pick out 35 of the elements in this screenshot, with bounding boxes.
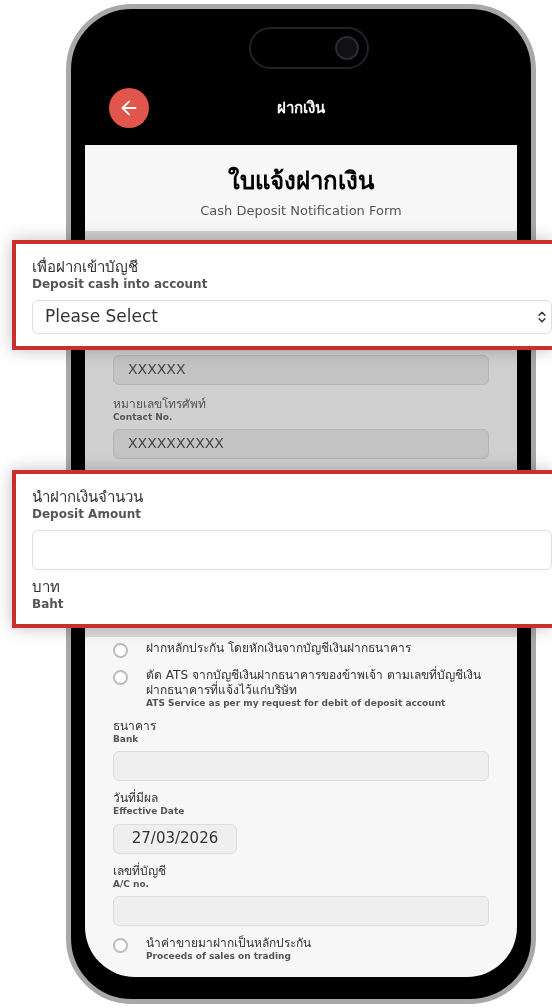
field-label: บาท [32, 577, 60, 597]
field-label: A/C no. [113, 878, 149, 890]
form-title: ใบแจ้งฝากเงิน [228, 165, 374, 197]
field-label: ธนาคาร [113, 719, 156, 734]
input-field[interactable] [113, 895, 489, 926]
input-field[interactable]: XXXXXX [113, 354, 489, 385]
field-label: หมายเลขโทรศัพท์ [113, 396, 206, 412]
field-label: เพื่อฝากเข้าบัญชี [32, 258, 138, 277]
header-title: ฝากเงิน [277, 97, 325, 119]
field-label: เลขที่บัญชี [113, 863, 166, 879]
select-field[interactable]: Please Select [32, 299, 552, 334]
radio-button[interactable] [113, 642, 128, 658]
chevron-icon [535, 309, 549, 324]
input-field[interactable]: XXXXXXXXXX [113, 428, 489, 459]
camera-notch-icon [249, 27, 369, 69]
field-label: Proceeds of sales on trading [146, 950, 291, 962]
field-label: Bank [113, 734, 139, 746]
field-label: วันที่มีผล [113, 791, 158, 807]
date-field[interactable]: 27/03/2026 [113, 823, 237, 854]
field-label: Deposit Amount [32, 506, 141, 522]
field-label: Deposit cash into account [32, 276, 208, 292]
form-subtitle: Cash Deposit Notification Form [200, 202, 402, 220]
input-field[interactable] [113, 751, 489, 782]
field-label: Effective Date [113, 806, 185, 818]
field-label: นำฝากเงินจำนวน [32, 488, 143, 507]
field-label: ตัด ATS จากบัญชีเงินฝากธนาคารของข้าพเจ้า ตามเลขที่บัญชีเงินฝากธนาคารที่แจ้งไว้แก่บริษัท [146, 667, 482, 698]
field-label: Baht [32, 596, 64, 612]
input-field[interactable] [32, 529, 552, 570]
field-label: นำค่าขายมาฝากเป็นหลักประกัน [146, 935, 311, 951]
field-label: ฝากหลักประกัน โดยหักเงินจากบัญชีเงินฝากธนาคาร [146, 640, 411, 656]
back-button[interactable] [109, 88, 149, 128]
field-label: Contact No. [113, 411, 173, 423]
field-label: ATS Service as per my request for debit of deposit account [146, 697, 446, 709]
radio-button[interactable] [113, 937, 128, 953]
radio-button[interactable] [113, 669, 128, 685]
